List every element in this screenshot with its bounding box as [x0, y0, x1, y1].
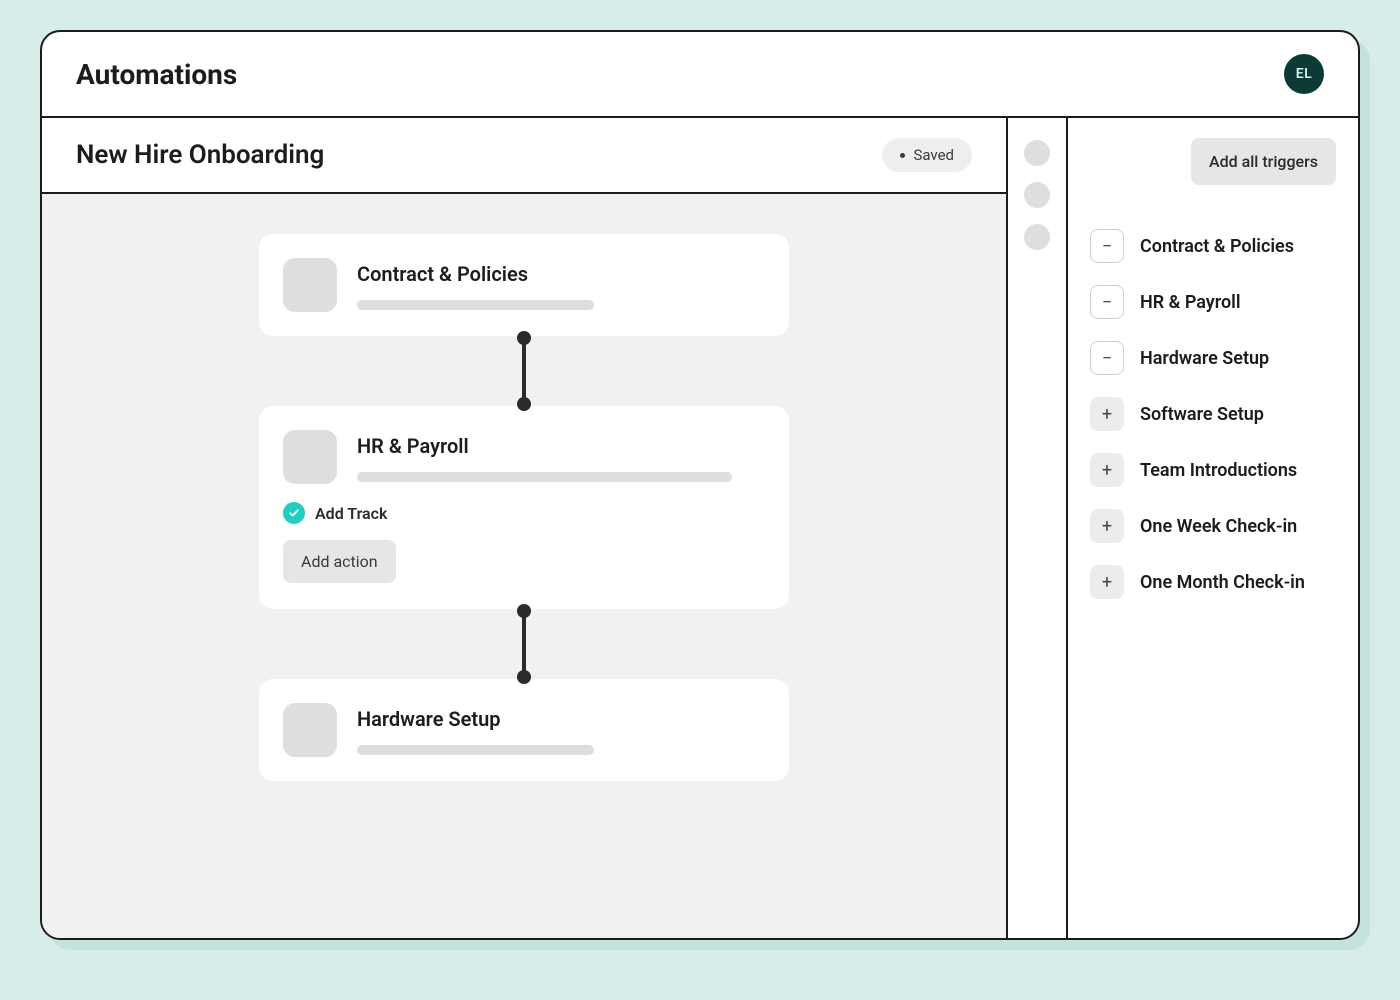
plus-icon: + [1102, 404, 1112, 425]
trigger-item: − HR & Payroll [1090, 285, 1336, 319]
node-thumbnail-icon [283, 258, 337, 312]
add-trigger-button[interactable]: + [1090, 509, 1124, 543]
node-title: Hardware Setup [357, 707, 765, 731]
plus-icon: + [1102, 572, 1112, 593]
plus-icon: + [1102, 460, 1112, 481]
plus-icon: + [1102, 516, 1112, 537]
trigger-item: + Team Introductions [1090, 453, 1336, 487]
connector-icon [521, 336, 527, 406]
trigger-list: − Contract & Policies − HR & Payroll − H… [1090, 229, 1336, 599]
add-action-button[interactable]: Add action [283, 540, 396, 583]
connector-icon [521, 609, 527, 679]
page-title: Automations [76, 58, 237, 91]
content-row: New Hire Onboarding Saved Contract & Pol… [42, 118, 1358, 938]
add-all-triggers-button[interactable]: Add all triggers [1191, 138, 1336, 185]
canvas-header: New Hire Onboarding Saved [42, 118, 1006, 194]
minus-icon: − [1102, 292, 1112, 313]
add-trigger-button[interactable]: + [1090, 397, 1124, 431]
trigger-label: Contract & Policies [1140, 236, 1294, 257]
status-dot-icon [900, 153, 905, 158]
workflow-node[interactable]: Hardware Setup [259, 679, 789, 781]
remove-trigger-button[interactable]: − [1090, 229, 1124, 263]
scroll-dot-icon[interactable] [1024, 182, 1050, 208]
trigger-label: Hardware Setup [1140, 348, 1269, 369]
minus-icon: − [1102, 348, 1112, 369]
scroll-dot-icon[interactable] [1024, 224, 1050, 250]
node-title: Contract & Policies [357, 262, 765, 286]
add-trigger-button[interactable]: + [1090, 453, 1124, 487]
node-thumbnail-icon [283, 430, 337, 484]
app-header: Automations EL [42, 32, 1358, 118]
avatar[interactable]: EL [1284, 54, 1324, 94]
workflow-node[interactable]: HR & Payroll Add Track Add action [259, 406, 789, 609]
node-placeholder-line [357, 745, 594, 755]
trigger-item: + Software Setup [1090, 397, 1336, 431]
trigger-label: Team Introductions [1140, 460, 1297, 481]
trigger-item: − Hardware Setup [1090, 341, 1336, 375]
status-badge: Saved [882, 138, 972, 172]
trigger-label: Software Setup [1140, 404, 1264, 425]
status-label: Saved [913, 146, 954, 164]
trigger-label: HR & Payroll [1140, 292, 1241, 313]
trigger-label: One Week Check-in [1140, 516, 1297, 537]
node-placeholder-line [357, 300, 594, 310]
canvas-column: New Hire Onboarding Saved Contract & Pol… [42, 118, 1008, 938]
trigger-label: One Month Check-in [1140, 572, 1305, 593]
remove-trigger-button[interactable]: − [1090, 285, 1124, 319]
workflow-node[interactable]: Contract & Policies [259, 234, 789, 336]
add-track-row[interactable]: Add Track [283, 502, 765, 524]
app-frame: Automations EL New Hire Onboarding Saved [40, 30, 1360, 940]
check-icon [283, 502, 305, 524]
trigger-item: + One Week Check-in [1090, 509, 1336, 543]
remove-trigger-button[interactable]: − [1090, 341, 1124, 375]
triggers-sidebar: Add all triggers − Contract & Policies −… [1068, 118, 1358, 938]
minus-icon: − [1102, 236, 1112, 257]
node-thumbnail-icon [283, 703, 337, 757]
node-title: HR & Payroll [357, 434, 765, 458]
add-trigger-button[interactable]: + [1090, 565, 1124, 599]
trigger-item: + One Month Check-in [1090, 565, 1336, 599]
automation-title: New Hire Onboarding [76, 140, 324, 170]
add-track-label: Add Track [315, 504, 387, 523]
scroll-dot-icon[interactable] [1024, 140, 1050, 166]
trigger-item: − Contract & Policies [1090, 229, 1336, 263]
canvas-scroll-indicator [1008, 118, 1068, 938]
node-placeholder-line [357, 472, 732, 482]
workflow-canvas[interactable]: Contract & Policies HR & Payroll [42, 194, 1006, 938]
